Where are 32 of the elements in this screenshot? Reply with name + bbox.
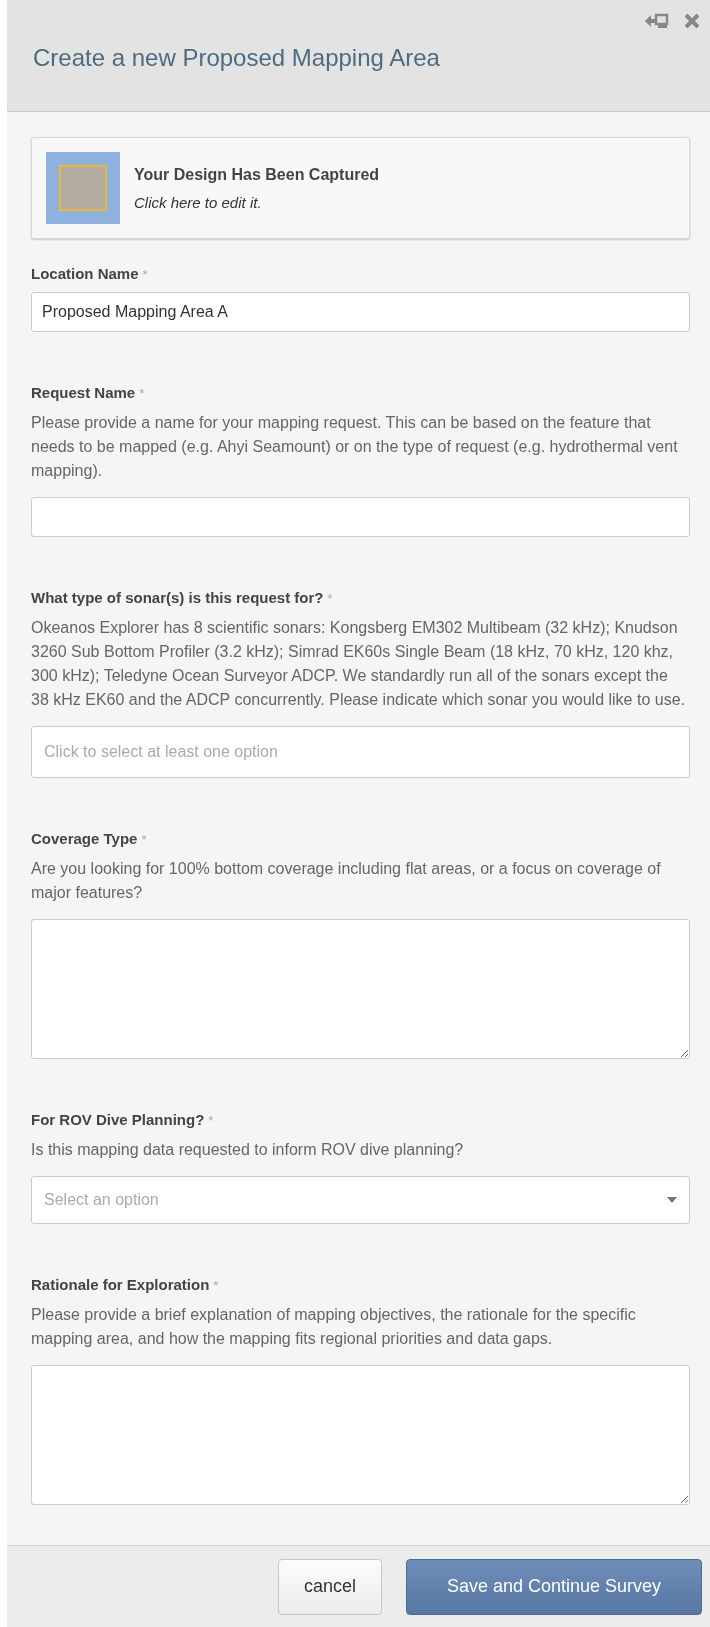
required-mark: * [213, 1278, 219, 1293]
save-button[interactable]: Save and Continue Survey [406, 1558, 702, 1615]
text-field[interactable] [31, 497, 690, 537]
help-text: Okeanos Explorer has 8 scientific sonars: Kongsberg EM302 Multibeam (32 kHz); Knudson 3260 Sub Bottom Profiler (3.2 kHz); Simrad EK60s Single Beam (18 kHz, 70 kHz, 120 khz, 300 kHz); Teledyne Ocean Surveyor ADCP. We standardly run all of the sonars except the 38 kHz EK60 and the ADCP concurrently. Please indicate which sonar you would like to use. [31, 618, 686, 710]
textarea-field[interactable] [31, 1365, 690, 1505]
undock-icon[interactable] [644, 12, 670, 30]
caret-icon [667, 1197, 677, 1203]
select-placeholder: Select an option [44, 1191, 159, 1209]
required-mark: * [139, 386, 145, 401]
required-mark: * [142, 267, 148, 282]
design-thumbnail-icon [46, 152, 120, 224]
card-subtitle: Click here to edit it. [134, 193, 263, 211]
close-icon[interactable] [684, 13, 700, 29]
required-mark: * [141, 832, 147, 847]
help-text: Please provide a brief explanation of mapping objectives, the rationale for the specific mapping area, and how the mapping fits regional priorities and data gaps. [31, 1305, 637, 1349]
required-mark: * [208, 1113, 214, 1128]
field-label: Request Name [31, 384, 136, 401]
field-label: Rationale for Exploration [31, 1276, 210, 1293]
dialog-title: Create a new Proposed Mapping Area [33, 44, 440, 72]
card-title: Your Design Has Been Captured [134, 165, 380, 184]
required-mark: * [327, 591, 333, 606]
text-field[interactable]: Proposed Mapping Area A [31, 292, 690, 332]
help-text: Please provide a name for your mapping request. This can be based on the feature that needs to be mapped (e.g. Ahyi Seamount) or on the type of request (e.g. hydrothermal vent mapping). [31, 413, 679, 481]
field-label: Coverage Type [31, 830, 138, 847]
cancel-button[interactable]: cancel [278, 1558, 382, 1615]
field-label: What type of sonar(s) is this request for? [31, 589, 324, 606]
field-label: For ROV Dive Planning? [31, 1111, 205, 1128]
help-text: Are you looking for 100% bottom coverage including flat areas, or a focus on coverage of major features? [31, 859, 662, 903]
help-text: Is this mapping data requested to inform ROV dive planning? [31, 1140, 465, 1160]
design-card[interactable]: Your Design Has Been Captured Click here to edit it. [31, 137, 690, 239]
field-label: Location Name [31, 265, 139, 282]
textarea-field[interactable] [31, 919, 690, 1059]
